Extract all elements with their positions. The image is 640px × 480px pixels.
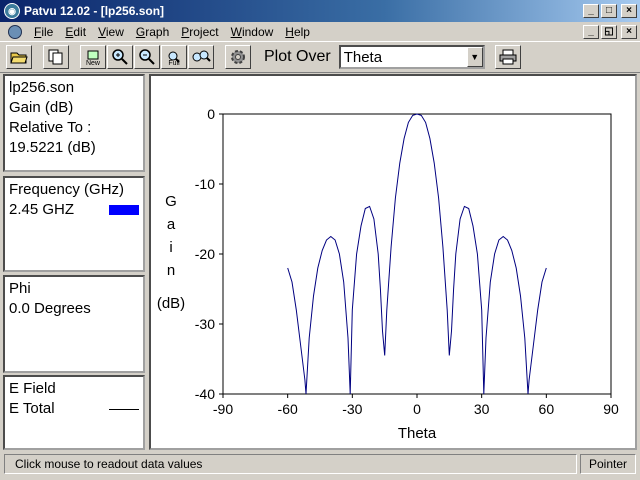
x-tick-label: -30 (342, 401, 362, 417)
y-axis-label-char: i (169, 239, 172, 256)
toolbar: New Full Plot Over Theta ▼ (0, 41, 640, 73)
field-value: E Total (9, 400, 55, 417)
field-line-swatch (109, 408, 139, 410)
field-header: E Field (9, 380, 56, 397)
menu-project[interactable]: Project (175, 25, 224, 39)
phi-panel[interactable]: Phi 0.0 Degrees (3, 275, 145, 373)
title-bar: ◉ Patvu 12.02 - [lp256.son] _ □ × (0, 0, 640, 22)
x-axis-label: Theta (398, 425, 437, 442)
y-axis-label-char: n (167, 262, 175, 279)
zoom-in-icon (112, 49, 128, 65)
y-axis-label-char: a (167, 216, 176, 233)
menu-help[interactable]: Help (279, 25, 316, 39)
doc-close-button[interactable]: × (621, 24, 637, 39)
file-name: lp256.son (9, 79, 75, 96)
x-tick-label: 0 (413, 401, 421, 417)
gain-chart[interactable]: Gain(dB) 0-10-20-30-40 -90 -60 -30 0 30 60 90 … (151, 76, 635, 448)
app-icon[interactable]: ◉ (4, 3, 20, 19)
frequency-panel[interactable]: Frequency (GHz) 2.45 GHZ (3, 176, 145, 272)
doc-minimize-button[interactable]: _ (583, 24, 599, 39)
menu-window[interactable]: Window (225, 25, 280, 39)
phi-header: Phi (9, 280, 31, 297)
status-message: Click mouse to readout data values (4, 454, 577, 474)
open-folder-icon (10, 52, 28, 64)
minimize-button[interactable]: _ (583, 4, 599, 18)
y-ticks: 0 -10 -20 -30 -40 (195, 106, 223, 402)
y-tick-label: -20 (195, 246, 215, 262)
document-icon[interactable] (8, 24, 22, 39)
frequency-header: Frequency (GHz) (9, 181, 125, 198)
settings-gear-icon (231, 50, 245, 64)
window-title: Patvu 12.02 - [lp256.son] (24, 4, 165, 18)
zoom-out-button[interactable] (134, 45, 160, 69)
y-tick-label: -10 (195, 176, 215, 192)
file-info-panel: lp256.son Gain (dB) Relative To : 19.522… (3, 74, 145, 172)
quantity-label: Gain (dB) (9, 99, 74, 116)
close-button[interactable]: × (621, 4, 637, 18)
open-button[interactable] (6, 45, 32, 69)
y-axis-label: Gain (dB) (157, 193, 185, 312)
x-tick-label: -60 (278, 401, 298, 417)
menu-view[interactable]: View (92, 25, 130, 39)
frequency-entry[interactable]: 2.45 GHZ (9, 200, 139, 220)
relative-to-label: Relative To : (9, 119, 92, 136)
x-ticks: -90 -60 -30 0 30 60 90 (213, 394, 619, 417)
zoom-multi-button[interactable] (188, 45, 214, 69)
field-entry[interactable]: E Total (9, 399, 139, 419)
gain-pattern-line (287, 113, 547, 395)
x-tick-label: -90 (213, 401, 233, 417)
frequency-value: 2.45 GHZ (9, 201, 75, 218)
copy-button[interactable] (43, 45, 69, 69)
phi-value: 0.0 Degrees (9, 300, 91, 317)
status-bar: Click mouse to readout data values Point… (0, 452, 640, 476)
y-tick-label: 0 (207, 106, 215, 122)
menu-bar: File Edit View Graph Project Window Help… (0, 22, 640, 41)
zoom-in-button[interactable] (107, 45, 133, 69)
copy-icon (48, 49, 63, 65)
x-tick-label: 90 (603, 401, 619, 417)
field-panel[interactable]: E Field E Total (3, 375, 145, 450)
x-tick-label: 30 (474, 401, 490, 417)
new-button[interactable]: New (80, 45, 106, 69)
zoom-full-button[interactable]: Full (161, 45, 187, 69)
plot-area[interactable]: Ga i n (dB) 0 -10 -20 -30 -40 -90 -60 -30 0 30 60 90 … (149, 74, 637, 450)
maximize-button[interactable]: □ (601, 4, 617, 18)
y-axis-unit: (dB) (157, 295, 185, 312)
plot-over-label: Plot Over (264, 48, 331, 65)
plot-over-value: Theta (343, 48, 383, 66)
x-tick-label: 60 (539, 401, 555, 417)
menu-graph[interactable]: Graph (130, 25, 175, 39)
settings-button[interactable] (225, 45, 251, 69)
zoom-out-icon (139, 49, 155, 65)
left-pane: lp256.son Gain (dB) Relative To : 19.522… (3, 74, 145, 450)
y-axis-label-char: G (165, 193, 177, 210)
dropdown-arrow-icon[interactable]: ▼ (466, 47, 483, 67)
menu-edit[interactable]: Edit (59, 25, 92, 39)
y-tick-label: -40 (195, 386, 215, 402)
zoom-multi-icon (192, 50, 211, 62)
printer-icon (499, 49, 517, 65)
y-tick-label: -30 (195, 316, 215, 332)
plot-frame (222, 113, 612, 395)
print-button[interactable] (494, 45, 521, 69)
relative-to-value: 19.5221 (dB) (9, 139, 96, 156)
menu-file[interactable]: File (28, 25, 59, 39)
plot-over-select[interactable]: Theta ▼ (338, 45, 485, 69)
status-mode: Pointer (580, 454, 636, 474)
doc-restore-button[interactable]: ◱ (601, 24, 617, 39)
series-color-swatch (109, 205, 139, 215)
